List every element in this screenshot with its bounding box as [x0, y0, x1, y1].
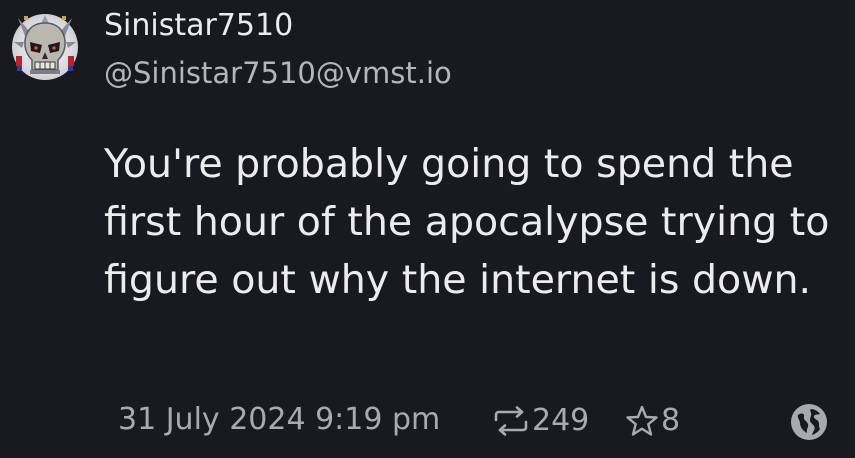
reblog-button[interactable]: 249 — [492, 401, 589, 441]
post-footer: 31 July 2024 9:19 pm 249 8 — [0, 395, 855, 445]
visibility-button[interactable] — [789, 402, 829, 442]
author-handle[interactable]: @Sinistar7510@vmst.io — [104, 54, 452, 92]
favourite-button[interactable]: 8 — [625, 401, 680, 441]
post-content: You're probably going to spend the first… — [104, 141, 830, 303]
reblog-icon — [494, 406, 528, 436]
author-display-name[interactable]: Sinistar7510 — [104, 7, 293, 45]
reblog-count: 249 — [532, 403, 590, 438]
star-icon — [626, 405, 658, 436]
author-avatar[interactable] — [10, 12, 80, 82]
post-timestamp[interactable]: 31 July 2024 9:19 pm — [118, 400, 440, 440]
globe-icon — [791, 404, 827, 440]
skull-avatar-icon — [12, 14, 78, 80]
post: Sinistar7510 @Sinistar7510@vmst.io You'r… — [0, 0, 855, 458]
favourite-count: 8 — [661, 403, 681, 438]
